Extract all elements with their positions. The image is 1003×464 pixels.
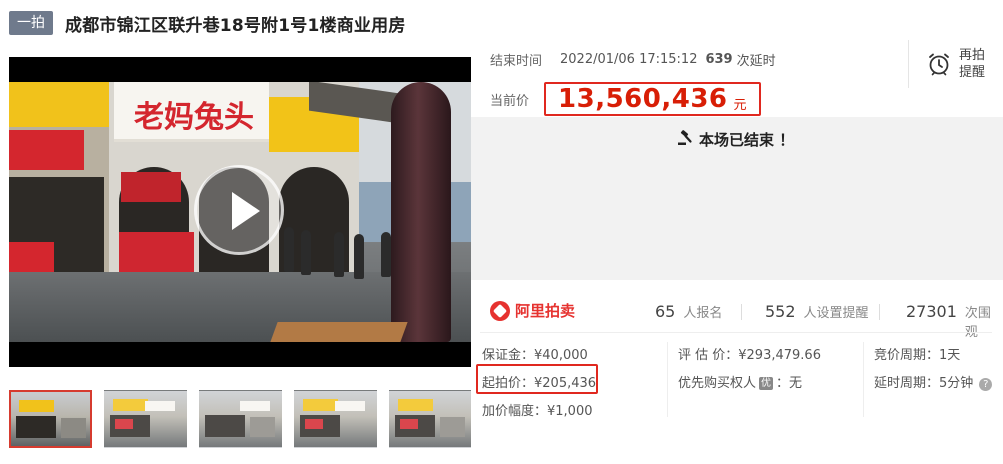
scene-sign-red xyxy=(9,130,84,170)
auction-info-panel: 阿里拍卖 65 人报名 552 人设置提醒 27301 次围观 保证金：¥40,… xyxy=(471,280,1003,464)
page-title: 成都市锦江区联升巷18号附1号1楼商业用房 xyxy=(65,15,406,36)
auction-type-badge: 一拍 xyxy=(9,11,53,35)
ali-auction-logo: 阿里拍卖 xyxy=(490,300,575,321)
current-price-box: 13,560,436 元 xyxy=(544,82,761,116)
thumb-detail xyxy=(240,401,270,411)
current-price-row: 当前价 13,560,436 元 xyxy=(490,82,761,116)
scene-red-menu xyxy=(121,172,181,202)
gavel-icon xyxy=(677,129,693,150)
column-divider xyxy=(667,342,668,417)
scene-person xyxy=(381,232,391,277)
scene-umbrella xyxy=(391,82,451,342)
end-time-value: 2022/01/06 17:15:12 xyxy=(560,52,698,67)
scene-person xyxy=(284,227,294,272)
auction-ended-banner: 本场已结束 ！ xyxy=(471,117,1003,280)
thumb-detail xyxy=(440,417,465,437)
thumbnail-5[interactable] xyxy=(389,390,472,448)
play-button[interactable] xyxy=(194,165,284,255)
priority-buyer-value: ：无 xyxy=(776,376,803,391)
thumb-detail xyxy=(113,399,148,411)
delay-count: 639 xyxy=(705,52,733,67)
thumbnail-1[interactable] xyxy=(9,390,92,448)
appraisal-info: 评 估 价：¥293,479.66 xyxy=(678,348,821,363)
thumbnail-4[interactable] xyxy=(294,390,377,448)
stat-views: 27301 次围观 xyxy=(906,302,1003,340)
end-time-label: 结束时间 xyxy=(490,54,543,69)
thumb-detail xyxy=(16,416,56,438)
video-player[interactable]: 老妈兔头 xyxy=(9,57,471,367)
thumbnail-strip xyxy=(9,390,484,450)
thumbnail-2[interactable] xyxy=(104,390,187,448)
priority-buyer-label: 优先购买权人 xyxy=(678,376,757,391)
current-price-value: 13,560,436 xyxy=(558,84,728,114)
priority-buyer-info: 优先购买权人优：无 xyxy=(678,372,802,391)
delay-unit: 次延时 xyxy=(736,54,776,69)
end-time-row: 结束时间 2022/01/06 17:15:12 639 次延时 xyxy=(490,50,776,69)
stat-registrations: 65 人报名 xyxy=(655,302,722,321)
delay-cycle-text: 延时周期：5分钟 xyxy=(874,376,974,391)
current-price-label: 当前价 xyxy=(490,93,530,109)
ali-auction-logo-text: 阿里拍卖 xyxy=(515,302,576,320)
scene-person xyxy=(334,232,344,277)
title-row: 一拍 成都市锦江区联升巷18号附1号1楼商业用房 xyxy=(9,10,406,36)
scene-bench xyxy=(270,322,408,342)
scene-sign-yellow xyxy=(9,82,109,127)
column-divider xyxy=(863,342,864,417)
divider xyxy=(480,332,992,333)
stat-unit: 人报名 xyxy=(683,306,723,321)
alarm-clock-icon xyxy=(927,52,951,76)
delay-cycle-info: 延时周期：5分钟? xyxy=(874,372,993,391)
thumb-detail xyxy=(398,399,433,411)
stat-num: 65 xyxy=(655,302,676,321)
current-price-unit: 元 xyxy=(733,97,747,113)
stat-num: 27301 xyxy=(906,302,957,321)
thumb-detail xyxy=(145,401,175,411)
scene-person xyxy=(301,230,311,275)
bid-cycle-info: 竞价周期：1天 xyxy=(874,348,961,363)
deposit-info: 保证金：¥40,000 xyxy=(482,348,588,363)
thumb-detail xyxy=(205,415,245,437)
thumb-detail xyxy=(250,417,275,437)
scene-shop-name: 老妈兔头 xyxy=(134,100,254,135)
thumb-detail xyxy=(115,419,133,429)
auction-ended-message: 本场已结束 ！ xyxy=(677,129,794,150)
scene-person xyxy=(354,234,364,279)
stat-unit: 次围观 xyxy=(964,306,991,340)
ali-auction-logo-icon xyxy=(490,300,510,321)
stat-unit: 人设置提醒 xyxy=(803,306,869,321)
stat-num: 552 xyxy=(765,302,796,321)
stat-divider xyxy=(741,304,742,320)
thumb-detail xyxy=(61,418,86,438)
help-icon[interactable]: ? xyxy=(979,378,993,391)
scene-white-sign: 老妈兔头 xyxy=(114,82,269,142)
increment-info: 加价幅度：¥1,000 xyxy=(482,404,593,419)
thumb-detail xyxy=(305,419,323,429)
thumb-detail xyxy=(335,401,365,411)
priority-tag: 优 xyxy=(759,377,774,390)
stat-reminders: 552 人设置提醒 xyxy=(765,302,869,321)
remind-label: 再拍提醒 xyxy=(959,48,986,80)
stat-divider xyxy=(879,304,880,320)
remind-button[interactable]: 再拍提醒 xyxy=(908,40,1003,88)
thumb-detail xyxy=(19,400,54,412)
thumb-detail xyxy=(303,399,338,411)
start-price-info: 起拍价：¥205,436 xyxy=(482,376,597,391)
thumb-detail xyxy=(400,419,418,429)
thumbnail-3[interactable] xyxy=(199,390,282,448)
auction-ended-text: 本场已结束 ！ xyxy=(699,131,795,149)
